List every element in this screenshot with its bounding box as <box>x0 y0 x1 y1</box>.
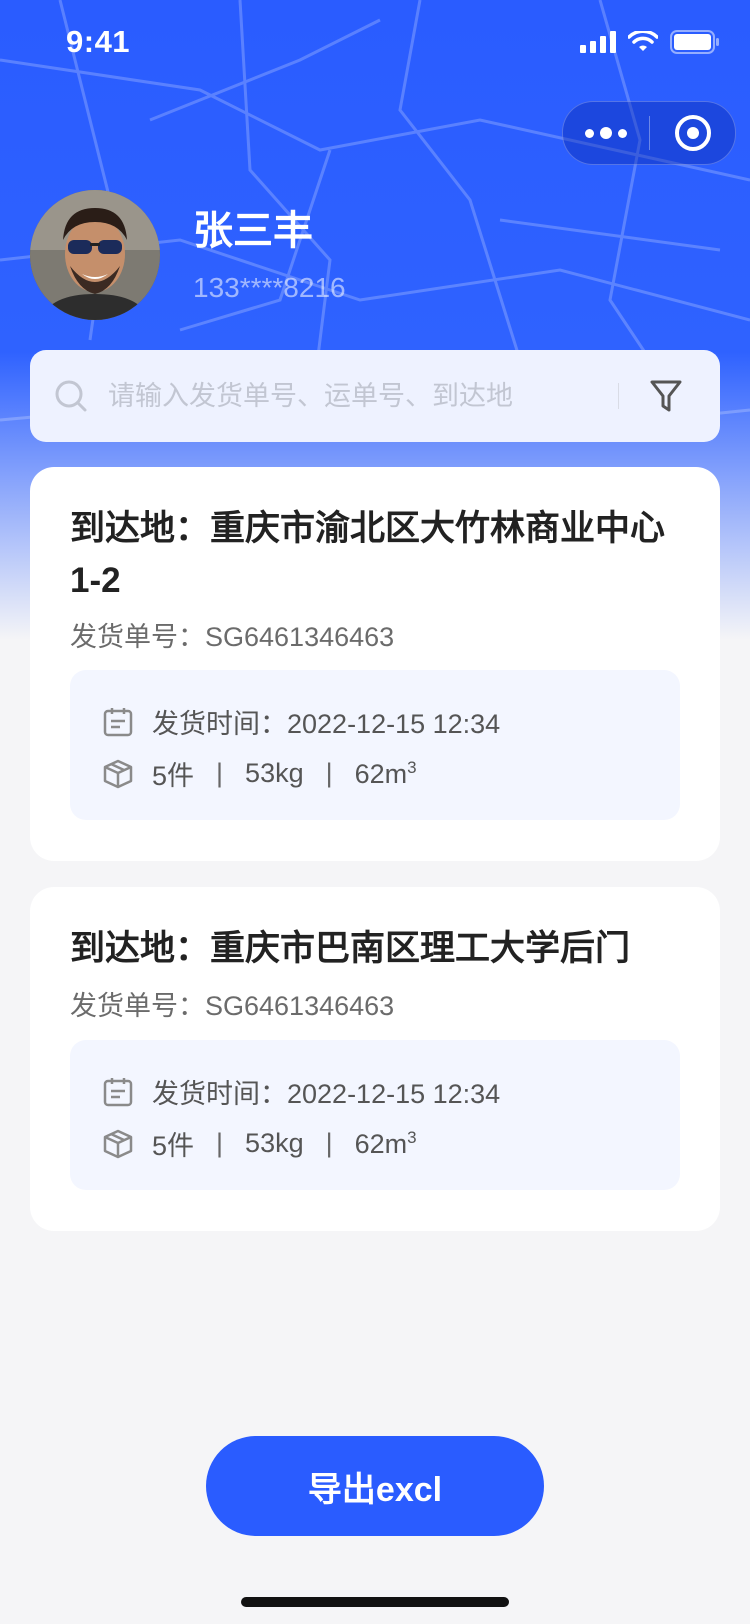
signal-icon <box>580 31 616 53</box>
ship-time-row: 发货时间：2022-12-15 12:34 <box>102 1072 500 1111</box>
shipment-card[interactable]: 到达地：重庆市巴南区理工大学后门 发货单号：SG6461346463 发货时间：… <box>30 887 720 1231</box>
separator: | <box>216 758 224 788</box>
card-info-box: 发货时间：2022-12-15 12:34 5件 | 53kg | 62m3 <box>70 670 680 820</box>
battery-icon <box>670 30 719 54</box>
ship-time: 发货时间：2022-12-15 12:34 <box>152 1079 501 1109</box>
card-destination: 到达地：重庆市渝北区大竹林商业中心1-2 <box>70 509 666 600</box>
export-excel-button[interactable]: 导出excl <box>206 1436 544 1536</box>
weight: 53kg <box>245 1128 304 1158</box>
user-phone: 133****8216 <box>193 272 346 303</box>
box-icon <box>103 1129 133 1158</box>
weight: 53kg <box>245 758 304 788</box>
search-icon <box>55 380 87 412</box>
card-order-number: 发货单号：SG6461346463 <box>70 622 395 652</box>
more-icon[interactable] <box>563 102 649 164</box>
box-icon <box>103 759 133 788</box>
user-name: 张三丰 <box>193 209 313 253</box>
separator: | <box>325 1128 333 1158</box>
cargo-row: 5件 | 53kg | 62m3 <box>102 1124 417 1163</box>
calendar-icon <box>103 707 133 736</box>
wifi-icon <box>628 31 658 51</box>
separator: | <box>325 758 333 788</box>
home-indicator <box>241 1597 509 1607</box>
cargo-row: 5件 | 53kg | 62m3 <box>102 754 417 793</box>
filter-icon[interactable] <box>649 378 683 414</box>
volume: 62m3 <box>354 757 417 789</box>
ship-time-row: 发货时间：2022-12-15 12:34 <box>102 702 500 741</box>
search-divider <box>618 383 619 409</box>
card-order-number: 发货单号：SG6461346463 <box>70 991 395 1021</box>
status-bar: 9:41 <box>0 0 750 88</box>
pieces: 5件 <box>152 1131 195 1161</box>
separator: | <box>216 1128 224 1158</box>
shipment-card[interactable]: 到达地：重庆市渝北区大竹林商业中心1-2 发货单号：SG6461346463 发… <box>30 467 720 861</box>
card-destination: 到达地：重庆市巴南区理工大学后门 <box>70 929 631 968</box>
pieces: 5件 <box>152 761 195 791</box>
volume: 62m3 <box>354 1127 417 1159</box>
user-profile: 张三丰 133****8216 <box>30 190 346 320</box>
avatar[interactable] <box>30 190 160 320</box>
ship-time: 发货时间：2022-12-15 12:34 <box>152 709 501 739</box>
status-time: 9:41 <box>66 24 131 59</box>
mini-program-capsule <box>562 101 736 165</box>
target-icon[interactable] <box>650 102 735 164</box>
search-input[interactable] <box>106 379 610 413</box>
search-bar <box>30 350 720 442</box>
card-info-box: 发货时间：2022-12-15 12:34 5件 | 53kg | 62m3 <box>70 1040 680 1190</box>
status-icons <box>580 30 720 54</box>
calendar-icon <box>103 1077 133 1106</box>
